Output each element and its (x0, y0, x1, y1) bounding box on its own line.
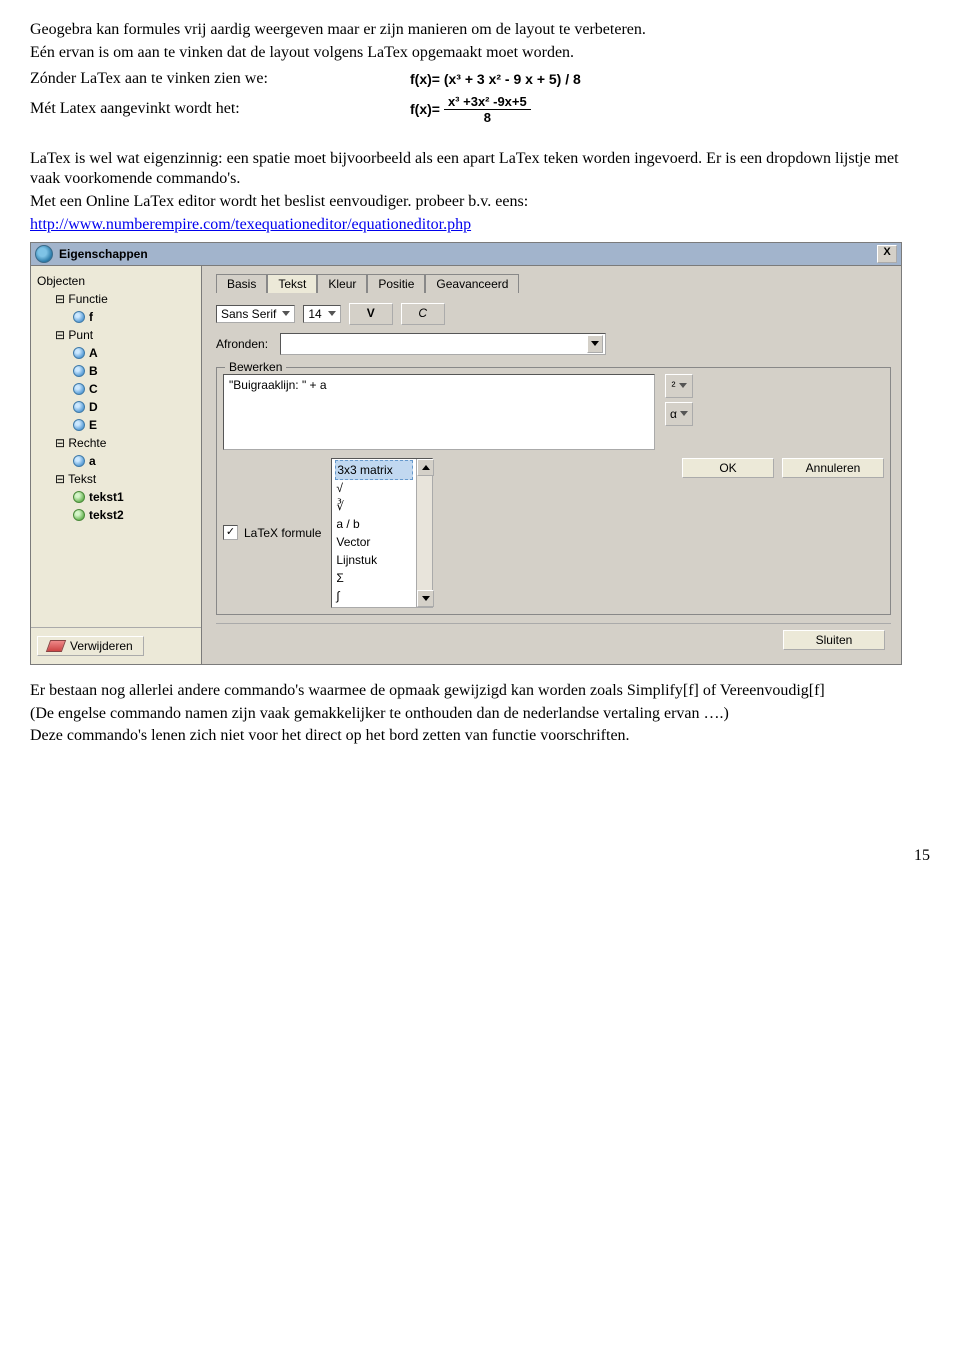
titlebar: Eigenschappen X (31, 243, 901, 266)
formula-numerator: x³ +3x² -9x+5 (444, 94, 531, 110)
close-dialog-button[interactable]: Sluiten (783, 630, 885, 650)
scroll-down-icon[interactable] (417, 590, 434, 607)
outro-line2: (De engelse commando namen zijn vaak gem… (30, 704, 930, 725)
bewerken-fieldset: Bewerken "Buigraaklijn: " + a ² α ✓ LaTe… (216, 367, 891, 615)
listbox-item-lijnstuk[interactable]: Lijnstuk (336, 551, 412, 569)
chevron-down-icon (587, 335, 603, 353)
tab-tekst[interactable]: Tekst (267, 274, 317, 293)
listbox-item-3x3[interactable]: 3x3 matrix (335, 460, 413, 480)
bold-toggle[interactable]: V (349, 303, 393, 325)
tree-group-tekst[interactable]: ⊟ Tekst (37, 470, 201, 488)
intro-line3: LaTex is wel wat eigenzinnig: een spatie… (30, 149, 930, 191)
tree-item-c[interactable]: C (37, 380, 201, 398)
formula-denominator: 8 (484, 110, 491, 125)
intro-line4: Met een Online LaTex editor wordt het be… (30, 192, 930, 213)
tab-basis[interactable]: Basis (216, 274, 267, 293)
listbox-item-cbrt[interactable]: ∛ (336, 497, 412, 515)
eraser-icon (46, 640, 66, 652)
tree-header-objecten: Objecten (37, 272, 201, 290)
chevron-down-icon (680, 411, 688, 416)
latex-editor-link[interactable]: http://www.numberempire.com/texequatione… (30, 216, 471, 233)
delete-button[interactable]: Verwijderen (37, 636, 144, 656)
object-tree-sidebar: Objecten ⊟ Functie f ⊟ Punt A B C D E ⊟ … (31, 266, 202, 664)
tree-item-tekst2[interactable]: tekst2 (37, 506, 201, 524)
intro-line2: Eén ervan is om aan te vinken dat de lay… (30, 43, 930, 64)
italic-toggle[interactable]: C (401, 303, 445, 325)
listbox-item-frac[interactable]: a / b (336, 515, 412, 533)
tab-geavanceerd[interactable]: Geavanceerd (425, 274, 519, 293)
listbox-item-integral[interactable]: ∫ (336, 587, 412, 605)
tree-item-rechte-a[interactable]: a (37, 452, 201, 470)
cancel-button[interactable]: Annuleren (782, 458, 884, 478)
chevron-down-icon (282, 311, 290, 316)
app-icon (35, 245, 53, 263)
bewerken-legend: Bewerken (225, 360, 286, 374)
outro-line3: Deze commando's lenen zich niet voor het… (30, 726, 930, 747)
without-latex-formula: f(x)= (x³ + 3 x² - 9 x + 5) / 8 (410, 71, 581, 87)
ok-button[interactable]: OK (682, 458, 774, 478)
tree-item-tekst1[interactable]: tekst1 (37, 488, 201, 506)
tab-positie[interactable]: Positie (367, 274, 425, 293)
listbox-item-vector[interactable]: Vector (336, 533, 412, 551)
latex-checkbox-label: LaTeX formule (244, 526, 321, 540)
latex-checkbox[interactable]: ✓ (223, 525, 238, 540)
tree-item-d[interactable]: D (37, 398, 201, 416)
listbox-scrollbar[interactable] (416, 459, 432, 607)
tree-item-e[interactable]: E (37, 416, 201, 434)
superscript-button[interactable]: ² (665, 374, 693, 398)
tree-item-f[interactable]: f (37, 308, 201, 326)
listbox-item-sqrt[interactable]: √ (336, 479, 412, 497)
outro-line1: Er bestaan nog allerlei andere commando'… (30, 681, 930, 702)
page-number: 15 (30, 847, 930, 865)
formula-lhs: f(x)= (410, 101, 440, 117)
tree-group-functie[interactable]: ⊟ Functie (37, 290, 201, 308)
with-latex-formula: f(x)= x³ +3x² -9x+5 8 (410, 94, 531, 125)
edit-textarea[interactable]: "Buigraaklijn: " + a (223, 374, 655, 450)
tree-group-punt[interactable]: ⊟ Punt (37, 326, 201, 344)
scroll-up-icon[interactable] (417, 459, 434, 476)
with-latex-row: Mét Latex aangevinkt wordt het: f(x)= x³… (30, 94, 930, 125)
main-pane: Basis Tekst Kleur Positie Geavanceerd Sa… (202, 266, 901, 664)
afronden-label: Afronden: (216, 337, 268, 351)
chevron-down-icon (679, 383, 687, 388)
with-latex-label: Mét Latex aangevinkt wordt het: (30, 100, 410, 118)
tree-group-rechte[interactable]: ⊟ Rechte (37, 434, 201, 452)
intro-line1: Geogebra kan formules vrij aardig weerge… (30, 20, 930, 41)
font-size-select[interactable]: 14 (303, 305, 340, 323)
font-family-select[interactable]: Sans Serif (216, 305, 295, 323)
properties-dialog: Eigenschappen X Objecten ⊟ Functie f ⊟ P… (30, 242, 902, 665)
latex-commands-listbox[interactable]: 3x3 matrix √ ∛ a / b Vector Lijnstuk Σ ∫ (331, 458, 433, 608)
close-button[interactable]: X (877, 245, 897, 263)
chevron-down-icon (328, 311, 336, 316)
alpha-button[interactable]: α (665, 402, 693, 426)
tree-item-a[interactable]: A (37, 344, 201, 362)
listbox-item-sum[interactable]: Σ (336, 569, 412, 587)
dialog-title: Eigenschappen (59, 247, 877, 261)
afronden-select[interactable] (280, 333, 606, 355)
without-latex-label: Zónder LaTex aan te vinken zien we: (30, 70, 410, 88)
tree-item-b[interactable]: B (37, 362, 201, 380)
tab-kleur[interactable]: Kleur (317, 274, 367, 293)
tab-bar: Basis Tekst Kleur Positie Geavanceerd (216, 274, 891, 293)
without-latex-row: Zónder LaTex aan te vinken zien we: f(x)… (30, 70, 930, 88)
